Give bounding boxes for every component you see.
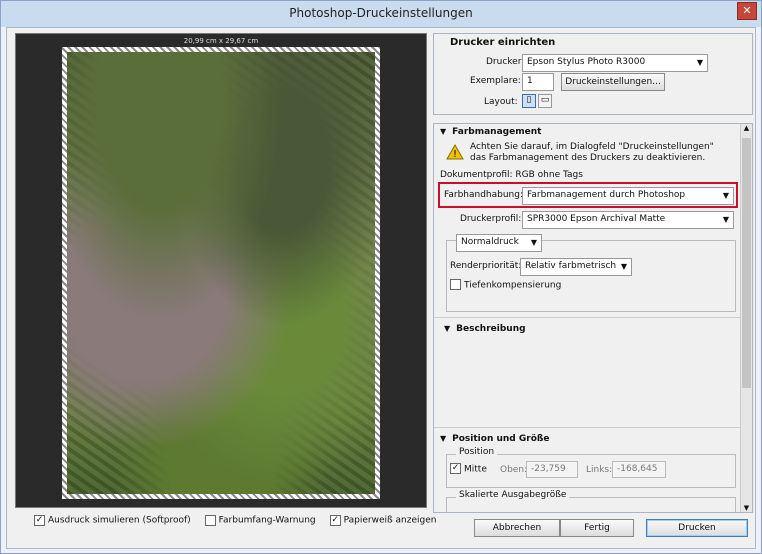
printer-profile-select[interactable]: SPR3000 Epson Archival Matte ▼ — [522, 211, 734, 229]
title-bar[interactable]: Photoshop-Druckeinstellungen ✕ — [1, 1, 761, 27]
rendering-intent-label: Renderpriorität: — [450, 261, 522, 271]
print-settings-button[interactable]: Druckeinstellungen... — [561, 73, 665, 91]
divider — [434, 317, 740, 318]
print-mode-value: Normaldruck — [461, 237, 519, 247]
close-button[interactable]: ✕ — [737, 2, 757, 20]
chevron-down-icon: ▼ — [530, 238, 537, 247]
copies-label: Exemplare: — [470, 76, 521, 86]
document-profile: Dokumentprofil: RGB ohne Tags — [440, 170, 583, 180]
collapse-triangle-icon: ▼ — [440, 127, 447, 136]
checkbox-box[interactable] — [204, 515, 216, 526]
warning-text-line1: Achten Sie darauf, im Dialogfeld "Drucke… — [470, 142, 714, 152]
preview-options: ✓ Ausdruck simulieren (Softproof) Farbumf… — [34, 515, 436, 527]
paper-area[interactable] — [62, 47, 380, 499]
window-title: Photoshop-Druckeinstellungen — [289, 6, 473, 20]
printer-label: Drucker: — [486, 57, 525, 67]
center-checkbox[interactable]: ✓ Mitte — [450, 463, 487, 475]
softproof-checkbox[interactable]: ✓ Ausdruck simulieren (Softproof) — [34, 515, 191, 527]
done-button[interactable]: Fertig — [560, 519, 634, 537]
portrait-layout-icon[interactable]: ▯ — [522, 94, 536, 108]
scroll-up-icon[interactable]: ▲ — [741, 124, 752, 132]
chevron-down-icon: ▼ — [722, 215, 729, 224]
gamut-warning-checkbox[interactable]: Farbumfang-Warnung — [204, 515, 316, 527]
printer-select[interactable]: Epson Stylus Photo R3000 ▼ — [522, 54, 708, 72]
print-dialog-window: Photoshop-Druckeinstellungen ✕ 20,99 cm … — [0, 0, 762, 554]
checkbox-box[interactable]: ✓ — [329, 515, 341, 526]
scrollbar[interactable]: ▲ ▼ — [740, 124, 752, 512]
description-heading[interactable]: ▼ Beschreibung — [444, 324, 526, 334]
landscape-layout-icon[interactable]: ▭ — [538, 94, 552, 108]
position-group-label: Position — [456, 447, 498, 457]
center-label: Mitte — [464, 464, 487, 475]
print-button[interactable]: Drucken — [646, 519, 748, 537]
top-input[interactable]: -23,759 — [526, 461, 578, 478]
scrollbar-thumb[interactable] — [742, 138, 751, 388]
printer-profile-value: SPR3000 Epson Archival Matte — [527, 214, 666, 224]
collapse-triangle-icon: ▼ — [440, 434, 447, 443]
checkbox-box[interactable]: ✓ — [450, 463, 461, 474]
chevron-down-icon: ▼ — [620, 262, 627, 271]
left-input[interactable]: -168,645 — [612, 461, 666, 478]
paper-dimensions: 20,99 cm x 29,67 cm — [183, 37, 259, 45]
warning-icon: ! — [446, 144, 464, 160]
printer-setup-panel: Drucker einrichten Drucker: Epson Stylus… — [433, 33, 753, 115]
position-size-heading[interactable]: ▼ Position und Größe — [440, 434, 549, 444]
color-management-heading[interactable]: ▼ Farbmanagement — [440, 127, 541, 137]
top-label: Oben: — [500, 465, 528, 475]
scaled-output-label: Skalierte Ausgabegröße — [456, 490, 570, 500]
checkbox-box[interactable]: ✓ — [34, 515, 45, 526]
divider — [434, 427, 740, 428]
highlight-box — [438, 182, 738, 208]
layout-label: Layout: — [484, 97, 518, 107]
print-mode-select[interactable]: Normaldruck ▼ — [456, 234, 542, 252]
printer-value: Epson Stylus Photo R3000 — [527, 57, 646, 67]
bpc-label: Tiefenkompensierung — [464, 280, 562, 291]
printer-setup-heading: Drucker einrichten — [450, 37, 556, 48]
rendering-intent-value: Relativ farbmetrisch — [525, 261, 617, 271]
preview-image — [67, 52, 375, 494]
warning-text-line2: das Farbmanagement des Druckers zu deakt… — [470, 153, 706, 163]
scroll-down-icon[interactable]: ▼ — [741, 504, 752, 512]
svg-text:!: ! — [453, 149, 457, 160]
settings-scroll-panel[interactable]: ▼ Farbmanagement ! Achten Sie darauf, im … — [433, 123, 753, 513]
chevron-down-icon: ▼ — [696, 58, 703, 67]
softproof-label: Ausdruck simulieren (Softproof) — [48, 515, 191, 526]
left-label: Links: — [586, 465, 613, 475]
gamut-warning-label: Farbumfang-Warnung — [218, 515, 316, 526]
dialog-body: 20,99 cm x 29,67 cm ✓ Ausdruck simulieren… — [6, 27, 756, 549]
paper-white-label: Papierweiß anzeigen — [343, 515, 437, 526]
printer-profile-label: Druckerprofil: — [460, 214, 522, 224]
bpc-checkbox[interactable]: Tiefenkompensierung — [450, 279, 561, 291]
rendering-intent-select[interactable]: Relativ farbmetrisch ▼ — [520, 258, 632, 276]
collapse-triangle-icon: ▼ — [444, 324, 451, 333]
cancel-button[interactable]: Abbrechen — [474, 519, 560, 537]
checkbox-box[interactable] — [450, 279, 461, 290]
print-preview[interactable]: 20,99 cm x 29,67 cm — [15, 33, 427, 508]
copies-input[interactable]: 1 — [522, 73, 554, 91]
paper-white-checkbox[interactable]: ✓ Papierweiß anzeigen — [329, 515, 437, 527]
